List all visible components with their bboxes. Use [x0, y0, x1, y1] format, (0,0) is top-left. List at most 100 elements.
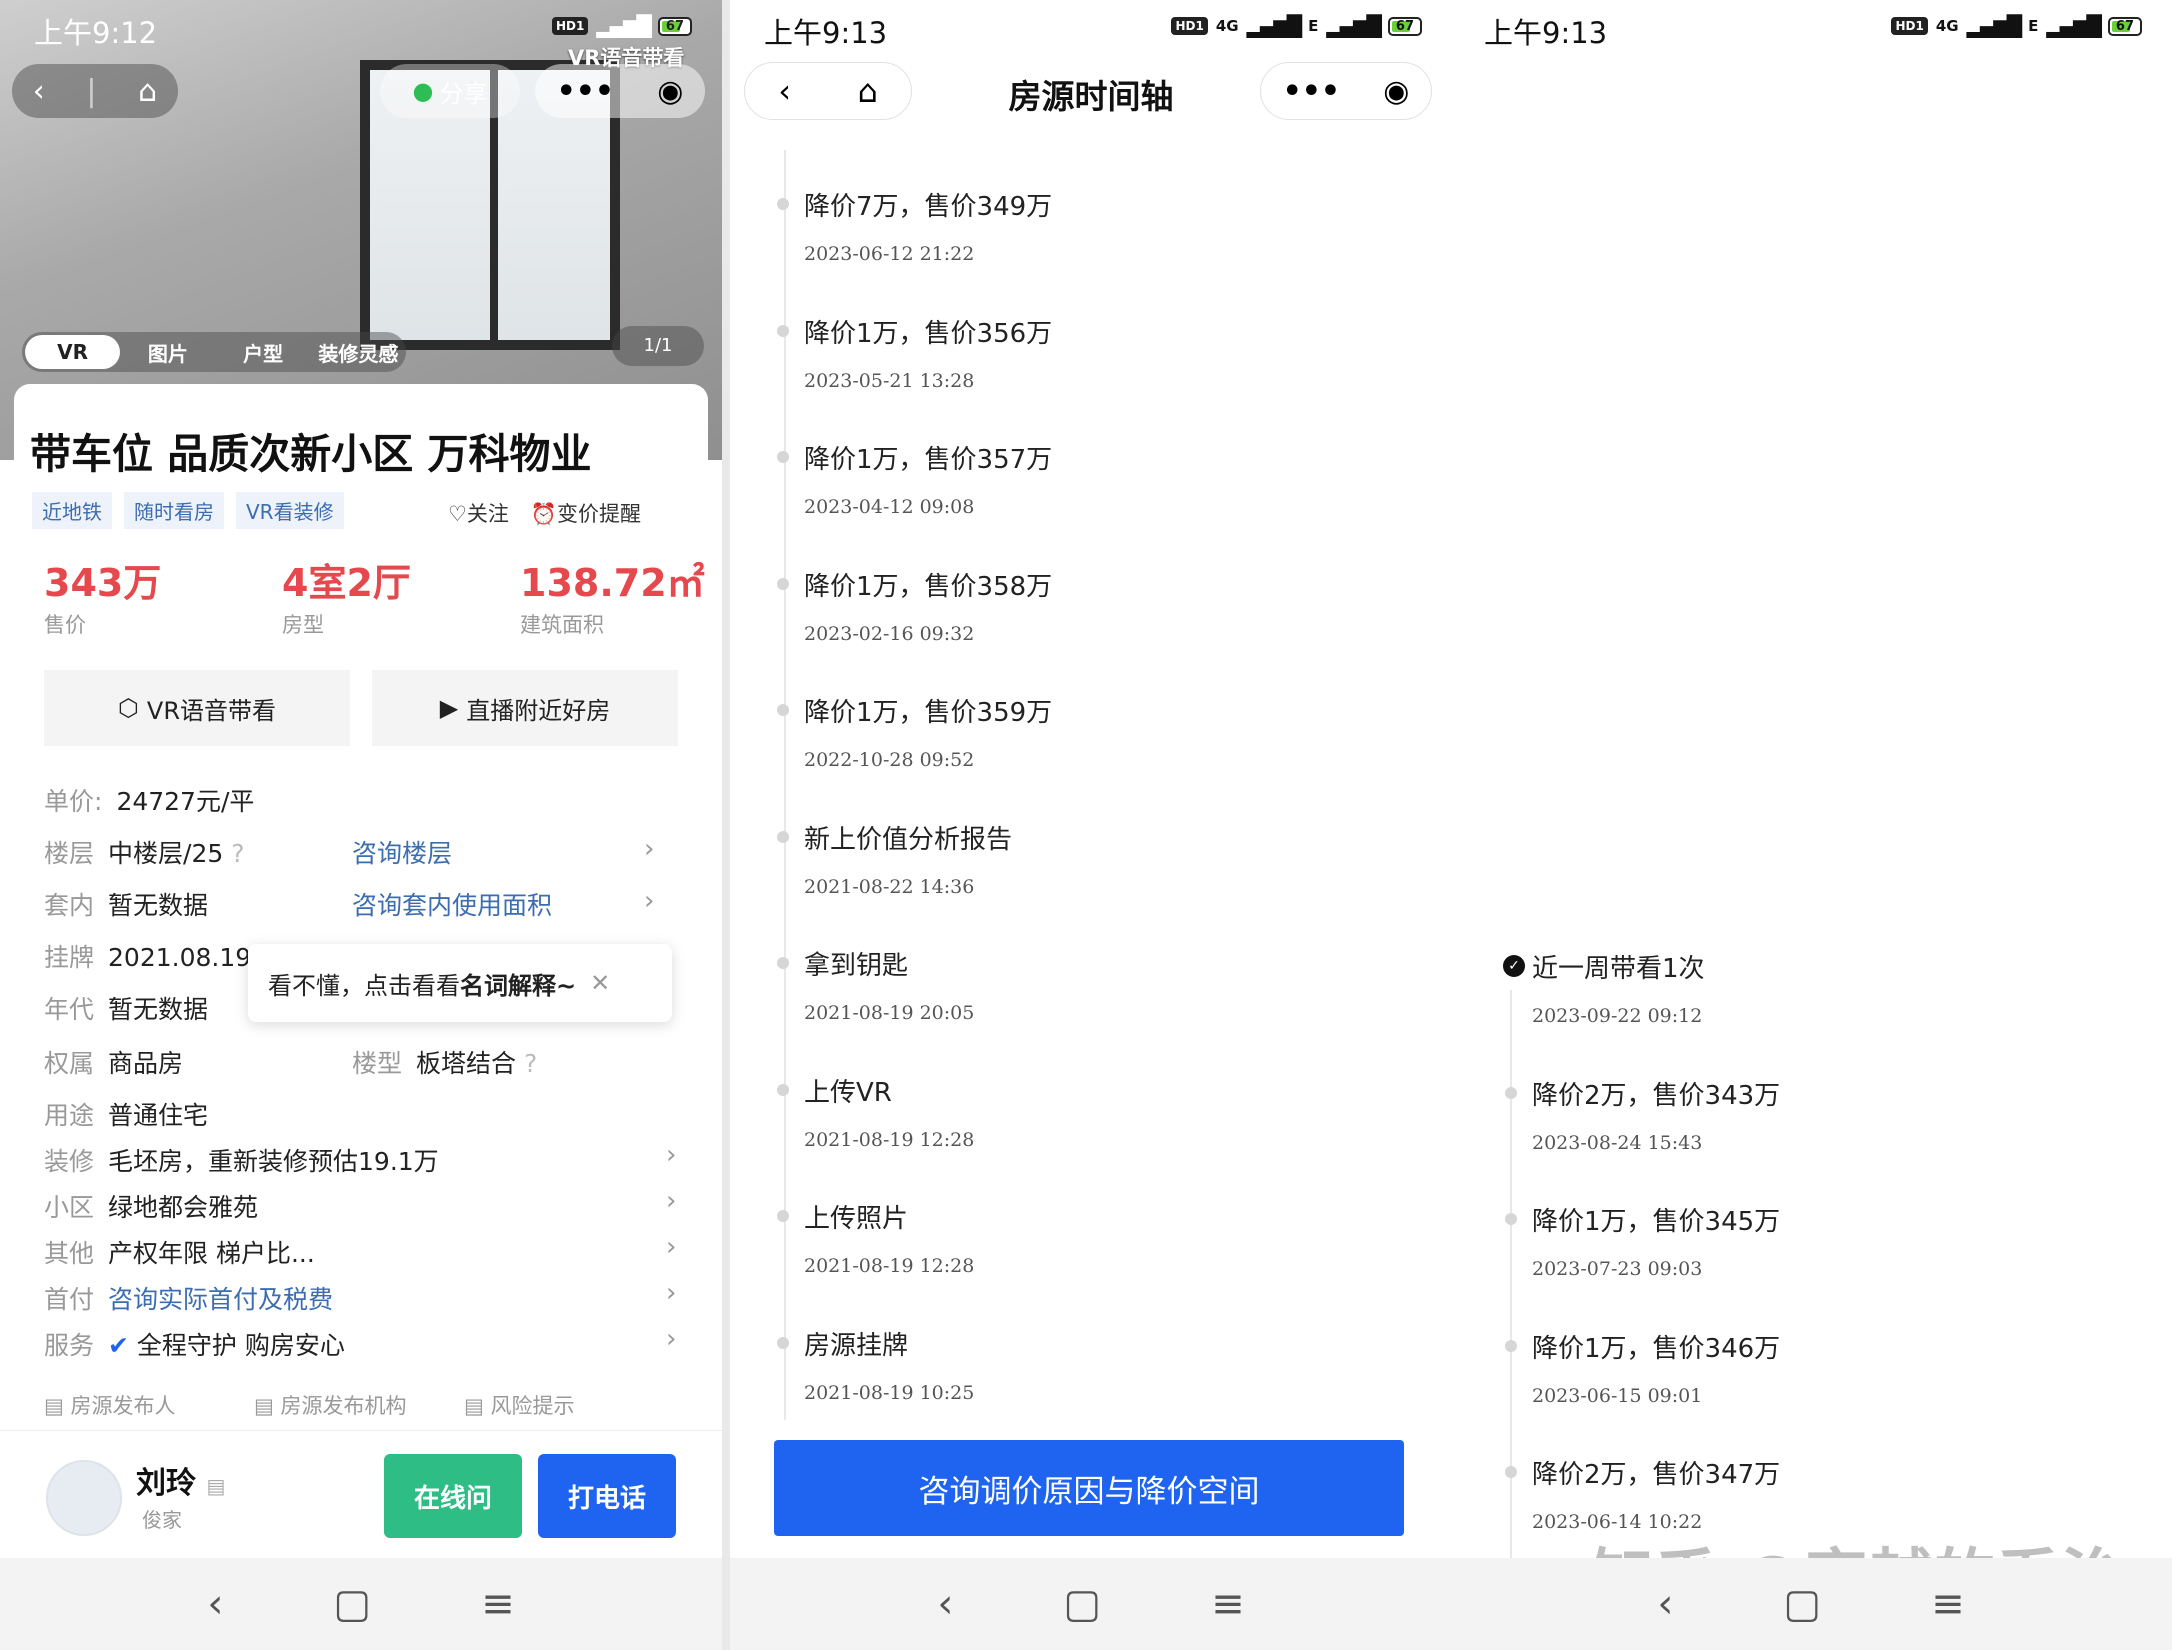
risk-notice-link[interactable]: ▤ 风险提示 — [464, 1390, 575, 1420]
chevron-right-icon[interactable]: › — [666, 1324, 676, 1354]
event-title: 降价1万，售价356万 — [804, 318, 1053, 349]
target-icon[interactable]: ◉ — [1383, 74, 1409, 109]
row-other[interactable]: 其他 产权年限 梯户比... — [44, 1234, 315, 1270]
publisher-link[interactable]: ▤ 房源发布人 — [44, 1390, 176, 1420]
row-down-payment[interactable]: 首付 咨询实际首付及税费 — [44, 1280, 333, 1316]
signal-icon: ▂▄▆█ — [1966, 14, 2023, 38]
signal-icon: ▂▄▆█ — [2046, 14, 2102, 38]
nav-home-icon[interactable]: ▢ — [333, 1581, 371, 1627]
back-icon[interactable]: ‹ — [33, 74, 45, 109]
share-button[interactable]: ● 分享 — [380, 64, 520, 118]
target-icon[interactable]: ◉ — [657, 74, 683, 109]
timeline-event: 降价7万，售价349万 2023-06-12 21:22 — [777, 186, 1052, 265]
row-inner-area: 套内 暂无数据 — [44, 891, 209, 920]
consult-price-button[interactable]: 咨询调价原因与降价空间 — [774, 1440, 1404, 1536]
agent-company: 俊家 — [142, 1508, 182, 1532]
chevron-right-icon[interactable]: › — [644, 834, 654, 864]
help-icon[interactable]: ? — [223, 839, 244, 868]
nav-home-icon[interactable]: ▢ — [1783, 1581, 1821, 1627]
nav-back-icon[interactable]: ‹ — [1657, 1581, 1673, 1627]
event-date: 2021-08-19 12:28 — [804, 1255, 975, 1277]
event-title: 新上价值分析报告 — [804, 824, 1013, 855]
publisher-org-link[interactable]: ▤ 房源发布机构 — [254, 1390, 407, 1420]
panel-gap — [722, 0, 730, 1650]
chevron-right-icon[interactable]: › — [666, 1232, 676, 1262]
heart-icon: ♡ — [448, 502, 467, 526]
id-card-icon: ▤ — [206, 1474, 226, 1498]
chevron-right-icon[interactable]: › — [666, 1186, 676, 1216]
price-alert-button[interactable]: ⏰变价提醒 — [531, 498, 641, 528]
nav-menu-icon[interactable]: ≡ — [1211, 1581, 1245, 1627]
timeline-event: 上传照片 2021-08-19 12:28 — [777, 1198, 975, 1277]
signal-icon: ▂▄▆█ — [1246, 14, 1303, 38]
tab-decor-idea[interactable]: 装修灵感 — [311, 338, 406, 367]
row-usage: 用途 普通住宅 — [44, 1101, 209, 1130]
hd-icon: HD1 — [1891, 17, 1928, 35]
more-icon[interactable]: ••• — [557, 74, 615, 109]
row-decoration[interactable]: 装修 毛坯房，重新装修预估19.1万 — [44, 1142, 439, 1178]
timeline-dot — [777, 198, 789, 210]
row-building-type: 楼型 板塔结合 ? — [352, 1049, 538, 1078]
network-label: 4G — [1935, 17, 1959, 35]
vr-tour-button[interactable]: ⬡ VR语音带看 — [44, 670, 350, 746]
glossary-tooltip[interactable]: 看不懂，点击看看 名词解释~ ✕ — [248, 944, 672, 1022]
status-time: 上午9:12 — [34, 16, 158, 50]
home-icon[interactable]: ⌂ — [138, 74, 157, 109]
help-icon[interactable]: ? — [516, 1049, 537, 1078]
timeline-dot — [1505, 1213, 1517, 1225]
more-icon[interactable]: ••• — [1283, 74, 1341, 109]
event-title: 降价2万，售价343万 — [1532, 1080, 1781, 1111]
tab-photos[interactable]: 图片 — [120, 338, 215, 367]
event-date: 2023-06-15 09:01 — [1532, 1384, 1703, 1407]
hd-icon: HD1 — [1171, 17, 1208, 35]
event-title: 降价1万，售价346万 — [1532, 1333, 1781, 1364]
consult-floor-link[interactable]: 咨询楼层 — [352, 834, 452, 870]
timeline-event: 上传VR 2021-08-19 12:28 — [777, 1072, 975, 1151]
tag-list: 近地铁 随时看房 VR看装修 — [32, 492, 344, 529]
battery-icon: 67 — [657, 16, 692, 36]
battery-icon: 67 — [1387, 16, 1422, 36]
row-floor: 楼层 中楼层/25 ? — [44, 839, 245, 868]
kpi-layout: 4室2厅 房型 — [282, 561, 411, 637]
timeline-dot — [777, 1336, 789, 1349]
tab-floorplan[interactable]: 户型 — [216, 338, 311, 367]
timeline-event: 降价1万，售价345万 2023-07-23 09:03 — [1505, 1201, 1780, 1280]
timeline-dot — [777, 704, 789, 716]
nav-menu-icon[interactable]: ≡ — [481, 1581, 515, 1627]
event-title: 降价1万，售价357万 — [804, 445, 1053, 475]
close-icon[interactable]: ✕ — [590, 969, 610, 997]
chevron-right-icon[interactable]: › — [666, 1278, 676, 1308]
chevron-right-icon[interactable]: › — [644, 886, 654, 916]
id-card-icon: ▤ — [464, 1394, 484, 1418]
event-date: 2021-08-19 12:28 — [804, 1128, 975, 1151]
status-time: 上午9:13 — [1484, 16, 1608, 50]
event-title: 近一周带看1次 — [1532, 954, 1705, 984]
nav-back-icon[interactable]: ‹ — [937, 1581, 953, 1627]
nav-menu-icon[interactable]: ≡ — [1931, 1581, 1965, 1627]
consult-inner-area-link[interactable]: 咨询套内使用面积 — [352, 886, 552, 922]
event-date: 2021-08-22 14:36 — [804, 875, 975, 898]
signal-icon: ▂▄▆█ — [1326, 14, 1382, 38]
row-community[interactable]: 小区 绿地都会雅苑 — [44, 1188, 258, 1224]
row-service[interactable]: 服务 ✔ 全程守护 购房安心 — [44, 1326, 345, 1362]
system-nav-bar: ‹ ▢ ≡ — [0, 1558, 722, 1650]
wechat-icon: ● — [412, 77, 434, 105]
timeline-event: 降价2万，售价343万 2023-08-24 15:43 — [1505, 1075, 1781, 1154]
event-title: 房源挂牌 — [804, 1330, 909, 1361]
nav-home-icon[interactable]: ▢ — [1063, 1581, 1101, 1627]
avatar[interactable] — [46, 1460, 122, 1536]
online-chat-button[interactable]: 在线问 — [384, 1454, 522, 1538]
shield-check-icon: ✔ — [108, 1331, 129, 1360]
status-bar: 上午9:13 HD1 4G ▂▄▆█ E ▂▄▆█ 67 — [1450, 0, 2172, 52]
clock-icon: ⏰ — [530, 502, 557, 526]
tab-vr[interactable]: VR — [25, 335, 121, 369]
nav-back-icon[interactable]: ‹ — [207, 1581, 223, 1627]
call-button[interactable]: 打电话 — [538, 1454, 676, 1538]
kpi-price: 343万 售价 — [44, 561, 162, 637]
battery-icon: 67 — [2107, 16, 2142, 36]
live-nearby-button[interactable]: ▶ 直播附近好房 — [372, 670, 678, 746]
listing-detail-screen: 上午9:12 HD1 ▂▄▆█ 67 ‹ | ⌂ VR语音带看 ● 分享 •••… — [0, 0, 722, 1650]
chevron-right-icon[interactable]: › — [666, 1140, 676, 1170]
timeline-dot — [777, 451, 789, 463]
follow-button[interactable]: ♡关注 — [448, 498, 509, 528]
